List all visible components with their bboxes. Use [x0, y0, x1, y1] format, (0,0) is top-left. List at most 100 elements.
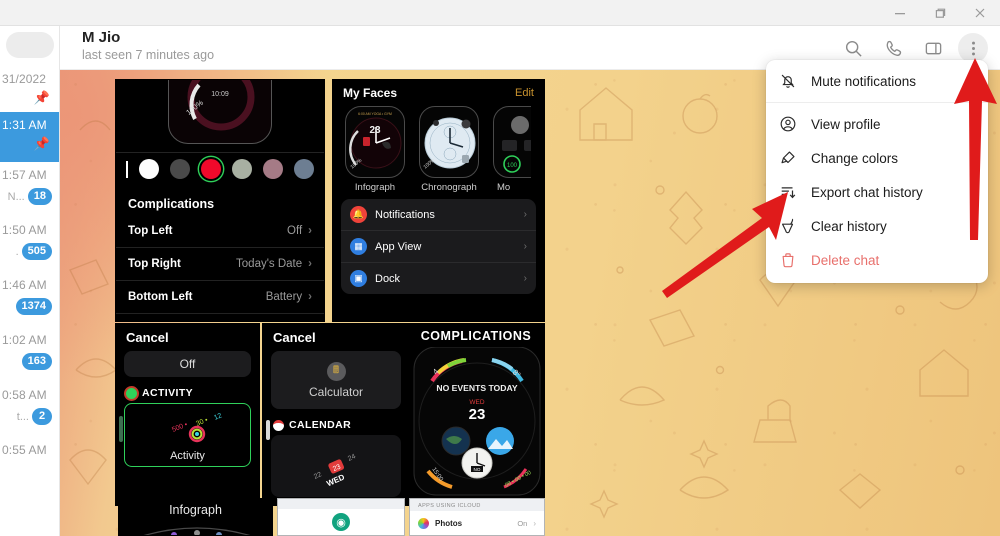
face-center-value: 23 — [369, 125, 381, 136]
grid-icon: ▦ — [350, 238, 367, 255]
list-item[interactable]: ▦ App View › — [341, 231, 536, 263]
edit-button[interactable]: Edit — [515, 87, 534, 99]
notifications-icon: 🔔 — [350, 206, 367, 223]
selected-value: Calculator — [308, 384, 364, 399]
chat-list-sidebar[interactable]: 31/2022 📌 1:31 AM 📌 1:57 AM N... 18 1:50… — [0, 26, 60, 536]
chevron-right-icon: › — [523, 273, 527, 284]
table-row[interactable]: Bottom Right Off› — [116, 314, 324, 321]
table-row[interactable]: Top Left Off › — [116, 215, 324, 248]
trash-icon — [778, 251, 798, 269]
menu-item-label: Change colors — [811, 150, 899, 166]
window-titlebar — [0, 0, 1000, 26]
chat-snippet: N... — [7, 190, 25, 203]
minimize-icon[interactable] — [880, 0, 920, 26]
list-item[interactable]: 0:55 AM — [0, 437, 59, 492]
row-label: Dock — [375, 272, 401, 285]
complications-section-title: Complications — [128, 197, 215, 211]
menu-item-change-colors[interactable]: Change colors — [766, 141, 988, 175]
svg-text:NO EVENTS TODAY: NO EVENTS TODAY — [436, 383, 517, 393]
row-value: Today's Date — [236, 258, 303, 270]
list-item[interactable]: 0:58 AM t... 2 — [0, 382, 59, 437]
list-item[interactable]: 1:31 AM 📌 — [0, 112, 59, 162]
watch-face-card[interactable]: 100% Chronograph — [419, 106, 479, 193]
row-label: Top Right — [128, 258, 181, 270]
row-label: App View — [375, 240, 422, 253]
row-label: Notifications — [375, 208, 435, 221]
face-top-text: 6:00 AM YOGA • GYM — [358, 112, 392, 116]
color-swatch[interactable] — [263, 159, 283, 179]
message-media-grid[interactable]: 10:09 100% Complications Top Left Off › — [60, 70, 545, 536]
svg-text:500 •: 500 • — [171, 421, 189, 434]
section-label: ACTIVITY — [142, 387, 194, 399]
cancel-button[interactable]: Cancel — [116, 324, 259, 349]
chat-status: last seen 7 minutes ago — [82, 48, 215, 62]
chat-snippet: . — [15, 245, 19, 258]
color-swatch[interactable] — [294, 159, 314, 179]
svg-text:22: 22 — [313, 471, 323, 481]
activity-card[interactable]: 500 • 30 • 12 Activity — [124, 403, 251, 467]
media-my-faces[interactable]: My Faces Edit 23 6:00 AM YOGA • GYM 100%… — [332, 79, 545, 322]
my-faces-header: My Faces Edit — [333, 80, 544, 102]
row-label: Top Left — [128, 225, 173, 237]
watch-face-modular: 100 — [493, 106, 531, 178]
menu-item-view-profile[interactable]: View profile — [766, 107, 988, 141]
media-complications-face[interactable]: COMPLICATIONS 4 8° NO EVENTS TODAY WED 2… — [407, 323, 545, 506]
list-item[interactable]: 1:50 AM . 505 — [0, 217, 59, 272]
search-input[interactable] — [6, 32, 54, 58]
search-icon[interactable] — [838, 33, 868, 63]
user-circle-icon — [778, 115, 798, 133]
list-item[interactable]: 1:02 AM 163 — [0, 327, 59, 382]
color-swatch[interactable] — [139, 159, 159, 179]
list-item[interactable]: ▣ Dock › — [341, 263, 536, 294]
dock-icon: ▣ — [350, 270, 367, 287]
chat-list[interactable]: 31/2022 📌 1:31 AM 📌 1:57 AM N... 18 1:50… — [0, 66, 59, 492]
page-title: M Jio — [82, 29, 121, 46]
row-value: Off — [287, 225, 303, 237]
infograph-label: Infograph — [169, 503, 222, 517]
selected-value[interactable]: Off — [124, 351, 251, 377]
unread-badge: 505 — [21, 243, 52, 260]
menu-item-delete-chat[interactable]: Delete chat — [766, 243, 988, 277]
list-item[interactable]: 1:46 AM 1374 — [0, 272, 59, 327]
maximize-icon[interactable] — [920, 0, 960, 26]
cancel-button[interactable]: Cancel — [263, 324, 409, 349]
media-app-partial[interactable]: ◉ — [277, 498, 405, 536]
media-watch-settings[interactable]: 10:09 100% Complications Top Left Off› — [115, 79, 325, 322]
phone-icon[interactable] — [878, 33, 908, 63]
faces-options-card[interactable]: 🔔 Notifications › ▦ App View › ▣ Dock › — [341, 199, 536, 294]
color-swatch[interactable] — [232, 159, 252, 179]
chat-snippet: t... — [16, 410, 29, 423]
panel-icon[interactable] — [918, 33, 948, 63]
media-complication-off[interactable]: Cancel Off ACTIVITY 500 • 30 • 12 Activi… — [115, 323, 260, 506]
menu-item-mute-notifications[interactable]: Mute notifications › — [766, 64, 988, 98]
list-item[interactable]: 🔔 Notifications › — [341, 199, 536, 231]
list-item[interactable]: 31/2022 📌 — [0, 66, 59, 112]
close-icon[interactable] — [960, 0, 1000, 26]
context-menu[interactable]: Mute notifications › View profile Change… — [766, 60, 988, 283]
color-swatch-selected[interactable] — [201, 159, 221, 179]
watch-face-card[interactable]: 23 6:00 AM YOGA • GYM 100% Infograph — [345, 106, 405, 193]
menu-item-export-chat-history[interactable]: Export chat history — [766, 175, 988, 209]
table-row[interactable]: Top Right Today's Date › — [116, 248, 324, 281]
color-swatch[interactable] — [170, 159, 190, 179]
face-name: Infograph — [354, 182, 396, 193]
palette-icon — [778, 149, 798, 167]
media-icloud-partial[interactable]: APPS USING ICLOUD Photos On › — [409, 498, 545, 536]
more-vertical-icon[interactable] — [958, 33, 988, 63]
chat-timestamp: 1:50 AM — [2, 223, 47, 237]
watch-face-card[interactable]: 100 Mo — [493, 106, 531, 193]
chevron-right-icon: › — [523, 209, 527, 220]
chevron-right-icon: › — [533, 518, 536, 528]
broom-icon — [778, 217, 798, 235]
table-row[interactable]: Bottom Left Battery › — [116, 281, 324, 314]
app-icon: ◉ — [332, 513, 350, 531]
list-item[interactable]: 1:57 AM N... 18 — [0, 162, 59, 217]
media-complication-calculator[interactable]: Cancel 🖩 Calculator CALENDAR 22 23 24 WE… — [262, 323, 410, 506]
menu-item-clear-history[interactable]: Clear history — [766, 209, 988, 243]
my-faces-title: My Faces — [343, 86, 398, 100]
media-infograph-partial[interactable]: Infograph — [118, 498, 273, 536]
chat-timestamp: 1:57 AM — [2, 168, 47, 182]
export-icon — [778, 183, 798, 201]
svg-text:NO: NO — [474, 467, 481, 472]
pin-icon: 📌 — [33, 90, 50, 105]
